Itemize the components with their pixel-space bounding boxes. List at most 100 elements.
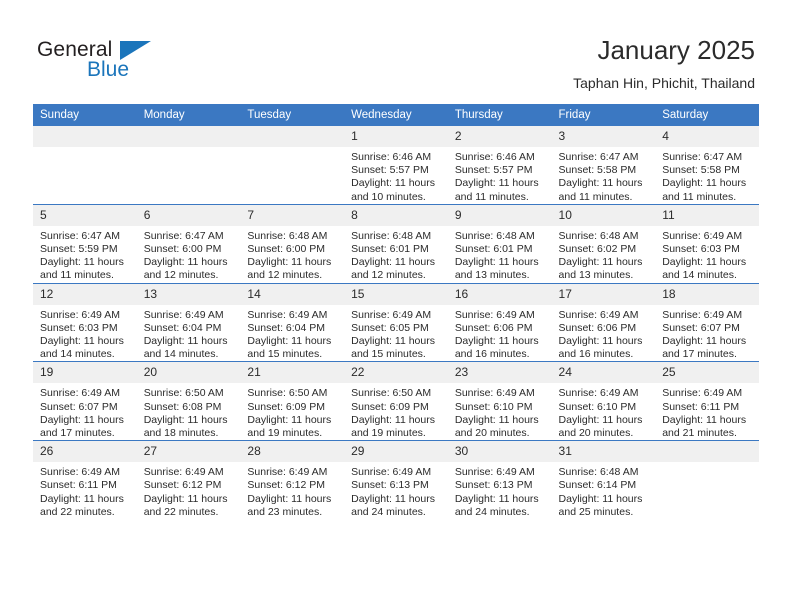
weekday-header-wednesday: Wednesday <box>344 104 448 126</box>
sunset-text: Sunset: 6:05 PM <box>351 321 429 334</box>
daylight-text-line2: and 13 minutes. <box>558 269 634 282</box>
calendar-day-cell[interactable]: 6 Sunrise: 6:47 AM Sunset: 6:00 PM Daylight… <box>136 203 241 284</box>
calendar-day-cell[interactable]: 28 Sunrise: 6:49 AM Sunset: 6:12 PM Dayligh… <box>240 440 345 520</box>
sunset-text: Sunset: 6:10 PM <box>558 400 637 413</box>
calendar-day-cell[interactable]: 26 Sunrise: 6:49 AM Sunset: 6:11 PM Dayligh… <box>33 440 137 520</box>
calendar-day-cell[interactable]: 19 Sunrise: 6:49 AM Sunset: 6:07 PM Dayligh… <box>33 361 137 441</box>
calendar-day-cell[interactable]: 20 Sunrise: 6:50 AM Sunset: 6:08 PM Dayligh… <box>136 361 241 441</box>
calendar-day-cell[interactable]: 9 Sunrise: 6:48 AM Sunset: 6:01 PM Daylight… <box>447 203 552 284</box>
daylight-text-line2: and 22 minutes. <box>143 505 219 518</box>
calendar-day-cell[interactable]: 8 Sunrise: 6:48 AM Sunset: 6:01 PM Daylight… <box>344 203 448 284</box>
calendar-week-row: 5 Sunrise: 6:47 AM Sunset: 5:59 PM Daylight… <box>33 203 759 284</box>
calendar-day-cell[interactable]: 5 Sunrise: 6:47 AM Sunset: 5:59 PM Daylight… <box>33 203 137 284</box>
calendar-day-cell[interactable]: 17 Sunrise: 6:49 AM Sunset: 6:06 PM Dayligh… <box>551 282 656 362</box>
calendar-day-cell[interactable]: 7 Sunrise: 6:48 AM Sunset: 6:00 PM Daylight… <box>240 203 345 284</box>
day-number: 26 <box>33 441 137 463</box>
calendar-week-row: 1 Sunrise: 6:46 AM Sunset: 5:57 PM Daylight… <box>33 126 759 204</box>
calendar-day-cell[interactable]: 10 Sunrise: 6:48 AM Sunset: 6:02 PM Dayligh… <box>551 203 656 284</box>
day-number <box>33 126 137 147</box>
sunrise-text: Sunrise: 6:49 AM <box>662 308 743 321</box>
sunset-text: Sunset: 5:57 PM <box>351 164 429 177</box>
day-details <box>655 462 759 466</box>
day-number: 8 <box>344 204 448 226</box>
page-subtitle: Taphan Hin, Phichit, Thailand <box>573 75 755 91</box>
sunset-text: Sunset: 6:06 PM <box>558 321 637 334</box>
day-details: Sunrise: 6:50 AM Sunset: 6:09 PM Daylight:… <box>344 383 448 440</box>
calendar-day-cell[interactable]: 15 Sunrise: 6:49 AM Sunset: 6:05 PM Dayligh… <box>344 282 448 362</box>
sunset-text: Sunset: 5:58 PM <box>558 164 637 177</box>
sunrise-text: Sunrise: 6:49 AM <box>40 308 120 321</box>
daylight-text-line1: Daylight: 11 hours <box>454 335 539 348</box>
sunrise-text: Sunrise: 6:49 AM <box>143 466 224 479</box>
calendar-day-cell[interactable]: 25 Sunrise: 6:49 AM Sunset: 6:11 PM Dayligh… <box>655 361 759 441</box>
sunrise-text: Sunrise: 6:46 AM <box>351 151 432 163</box>
day-details: Sunrise: 6:47 AM Sunset: 6:00 PM Daylight:… <box>137 226 241 283</box>
calendar-day-cell[interactable]: 2 Sunrise: 6:46 AM Sunset: 5:57 PM Daylight… <box>447 126 552 204</box>
calendar-day-cell[interactable]: 27 Sunrise: 6:49 AM Sunset: 6:12 PM Dayligh… <box>136 440 241 520</box>
sunrise-text: Sunrise: 6:49 AM <box>454 387 535 400</box>
general-blue-logo[interactable]: General Blue <box>37 38 177 86</box>
calendar-day-cell[interactable]: 30 Sunrise: 6:49 AM Sunset: 6:13 PM Dayligh… <box>447 440 552 520</box>
sunset-text: Sunset: 6:11 PM <box>40 479 117 492</box>
daylight-text-line1: Daylight: 11 hours <box>662 256 747 269</box>
daylight-text-line1: Daylight: 11 hours <box>40 492 124 505</box>
day-number: 23 <box>447 362 552 384</box>
day-details: Sunrise: 6:48 AM Sunset: 6:00 PM Daylight:… <box>240 226 344 283</box>
calendar-day-cell[interactable]: 29 Sunrise: 6:49 AM Sunset: 6:13 PM Dayligh… <box>344 440 448 520</box>
calendar-day-cell[interactable]: 14 Sunrise: 6:49 AM Sunset: 6:04 PM Dayligh… <box>240 282 345 362</box>
calendar-day-cell[interactable]: 11 Sunrise: 6:49 AM Sunset: 6:03 PM Dayligh… <box>655 203 759 284</box>
day-number: 19 <box>33 362 137 384</box>
day-number <box>240 126 345 147</box>
calendar-day-cell[interactable]: 4 Sunrise: 6:47 AM Sunset: 5:58 PM Daylight… <box>655 126 759 204</box>
day-number: 12 <box>33 283 137 305</box>
day-number: 28 <box>240 441 345 463</box>
sunset-text: Sunset: 6:02 PM <box>558 243 637 256</box>
daylight-text-line1: Daylight: 11 hours <box>351 335 435 348</box>
calendar-day-cell[interactable]: 3 Sunrise: 6:47 AM Sunset: 5:58 PM Daylight… <box>551 126 656 204</box>
day-number: 4 <box>655 126 759 147</box>
day-number: 22 <box>344 362 448 384</box>
daylight-text-line2: and 24 minutes. <box>351 505 426 518</box>
calendar-day-cell[interactable]: 12 Sunrise: 6:49 AM Sunset: 6:03 PM Dayligh… <box>33 282 137 362</box>
day-number: 3 <box>551 126 656 147</box>
day-details: Sunrise: 6:49 AM Sunset: 6:03 PM Daylight:… <box>33 305 137 362</box>
calendar-day-cell[interactable]: 18 Sunrise: 6:49 AM Sunset: 6:07 PM Dayligh… <box>655 282 759 362</box>
daylight-text-line1: Daylight: 11 hours <box>247 413 332 426</box>
daylight-text-line1: Daylight: 11 hours <box>247 335 332 348</box>
calendar-week-row: 26 Sunrise: 6:49 AM Sunset: 6:11 PM Dayligh… <box>33 440 759 520</box>
sunrise-text: Sunrise: 6:49 AM <box>351 466 432 479</box>
calendar-day-cell[interactable]: 31 Sunrise: 6:48 AM Sunset: 6:14 PM Dayligh… <box>551 440 656 520</box>
calendar-day-cell[interactable]: 24 Sunrise: 6:49 AM Sunset: 6:10 PM Dayligh… <box>551 361 656 441</box>
calendar-day-cell[interactable]: 21 Sunrise: 6:50 AM Sunset: 6:09 PM Dayligh… <box>240 361 345 441</box>
day-number: 9 <box>447 204 552 226</box>
daylight-text-line2: and 16 minutes. <box>558 348 634 361</box>
daylight-text-line1: Daylight: 11 hours <box>662 177 747 190</box>
calendar-week-row: 12 Sunrise: 6:49 AM Sunset: 6:03 PM Dayligh… <box>33 282 759 362</box>
daylight-text-line2: and 15 minutes. <box>351 348 426 361</box>
calendar-day-cell[interactable]: 1 Sunrise: 6:46 AM Sunset: 5:57 PM Daylight… <box>344 126 448 204</box>
day-details: Sunrise: 6:49 AM Sunset: 6:07 PM Daylight:… <box>655 305 759 362</box>
calendar-cell-empty <box>240 126 345 204</box>
sunrise-text: Sunrise: 6:49 AM <box>247 466 328 479</box>
calendar-day-cell[interactable]: 13 Sunrise: 6:49 AM Sunset: 6:04 PM Dayligh… <box>136 282 241 362</box>
day-details: Sunrise: 6:47 AM Sunset: 5:58 PM Daylight:… <box>552 147 656 204</box>
daylight-text-line2: and 19 minutes. <box>351 427 426 440</box>
sunset-text: Sunset: 6:08 PM <box>143 400 222 413</box>
weekday-header-monday: Monday <box>136 104 241 126</box>
daylight-text-line2: and 14 minutes. <box>143 348 219 361</box>
calendar-cell-empty <box>655 440 759 520</box>
daylight-text-line2: and 14 minutes. <box>40 348 115 361</box>
calendar-day-cell[interactable]: 22 Sunrise: 6:50 AM Sunset: 6:09 PM Dayligh… <box>344 361 448 441</box>
daylight-text-line1: Daylight: 11 hours <box>143 335 228 348</box>
sunset-text: Sunset: 6:12 PM <box>247 479 326 492</box>
sunset-text: Sunset: 5:59 PM <box>40 243 118 256</box>
day-details: Sunrise: 6:46 AM Sunset: 5:57 PM Daylight:… <box>344 147 448 204</box>
sunrise-text: Sunrise: 6:47 AM <box>143 229 224 242</box>
sunset-text: Sunset: 6:07 PM <box>40 400 118 413</box>
calendar-day-cell[interactable]: 23 Sunrise: 6:49 AM Sunset: 6:10 PM Dayligh… <box>447 361 552 441</box>
day-details: Sunrise: 6:49 AM Sunset: 6:12 PM Daylight:… <box>240 462 344 519</box>
calendar-day-cell[interactable]: 16 Sunrise: 6:49 AM Sunset: 6:06 PM Dayligh… <box>447 282 552 362</box>
day-details: Sunrise: 6:49 AM Sunset: 6:05 PM Daylight:… <box>344 305 448 362</box>
calendar-cell-empty <box>136 126 241 204</box>
day-details: Sunrise: 6:49 AM Sunset: 6:10 PM Daylight:… <box>448 383 552 440</box>
